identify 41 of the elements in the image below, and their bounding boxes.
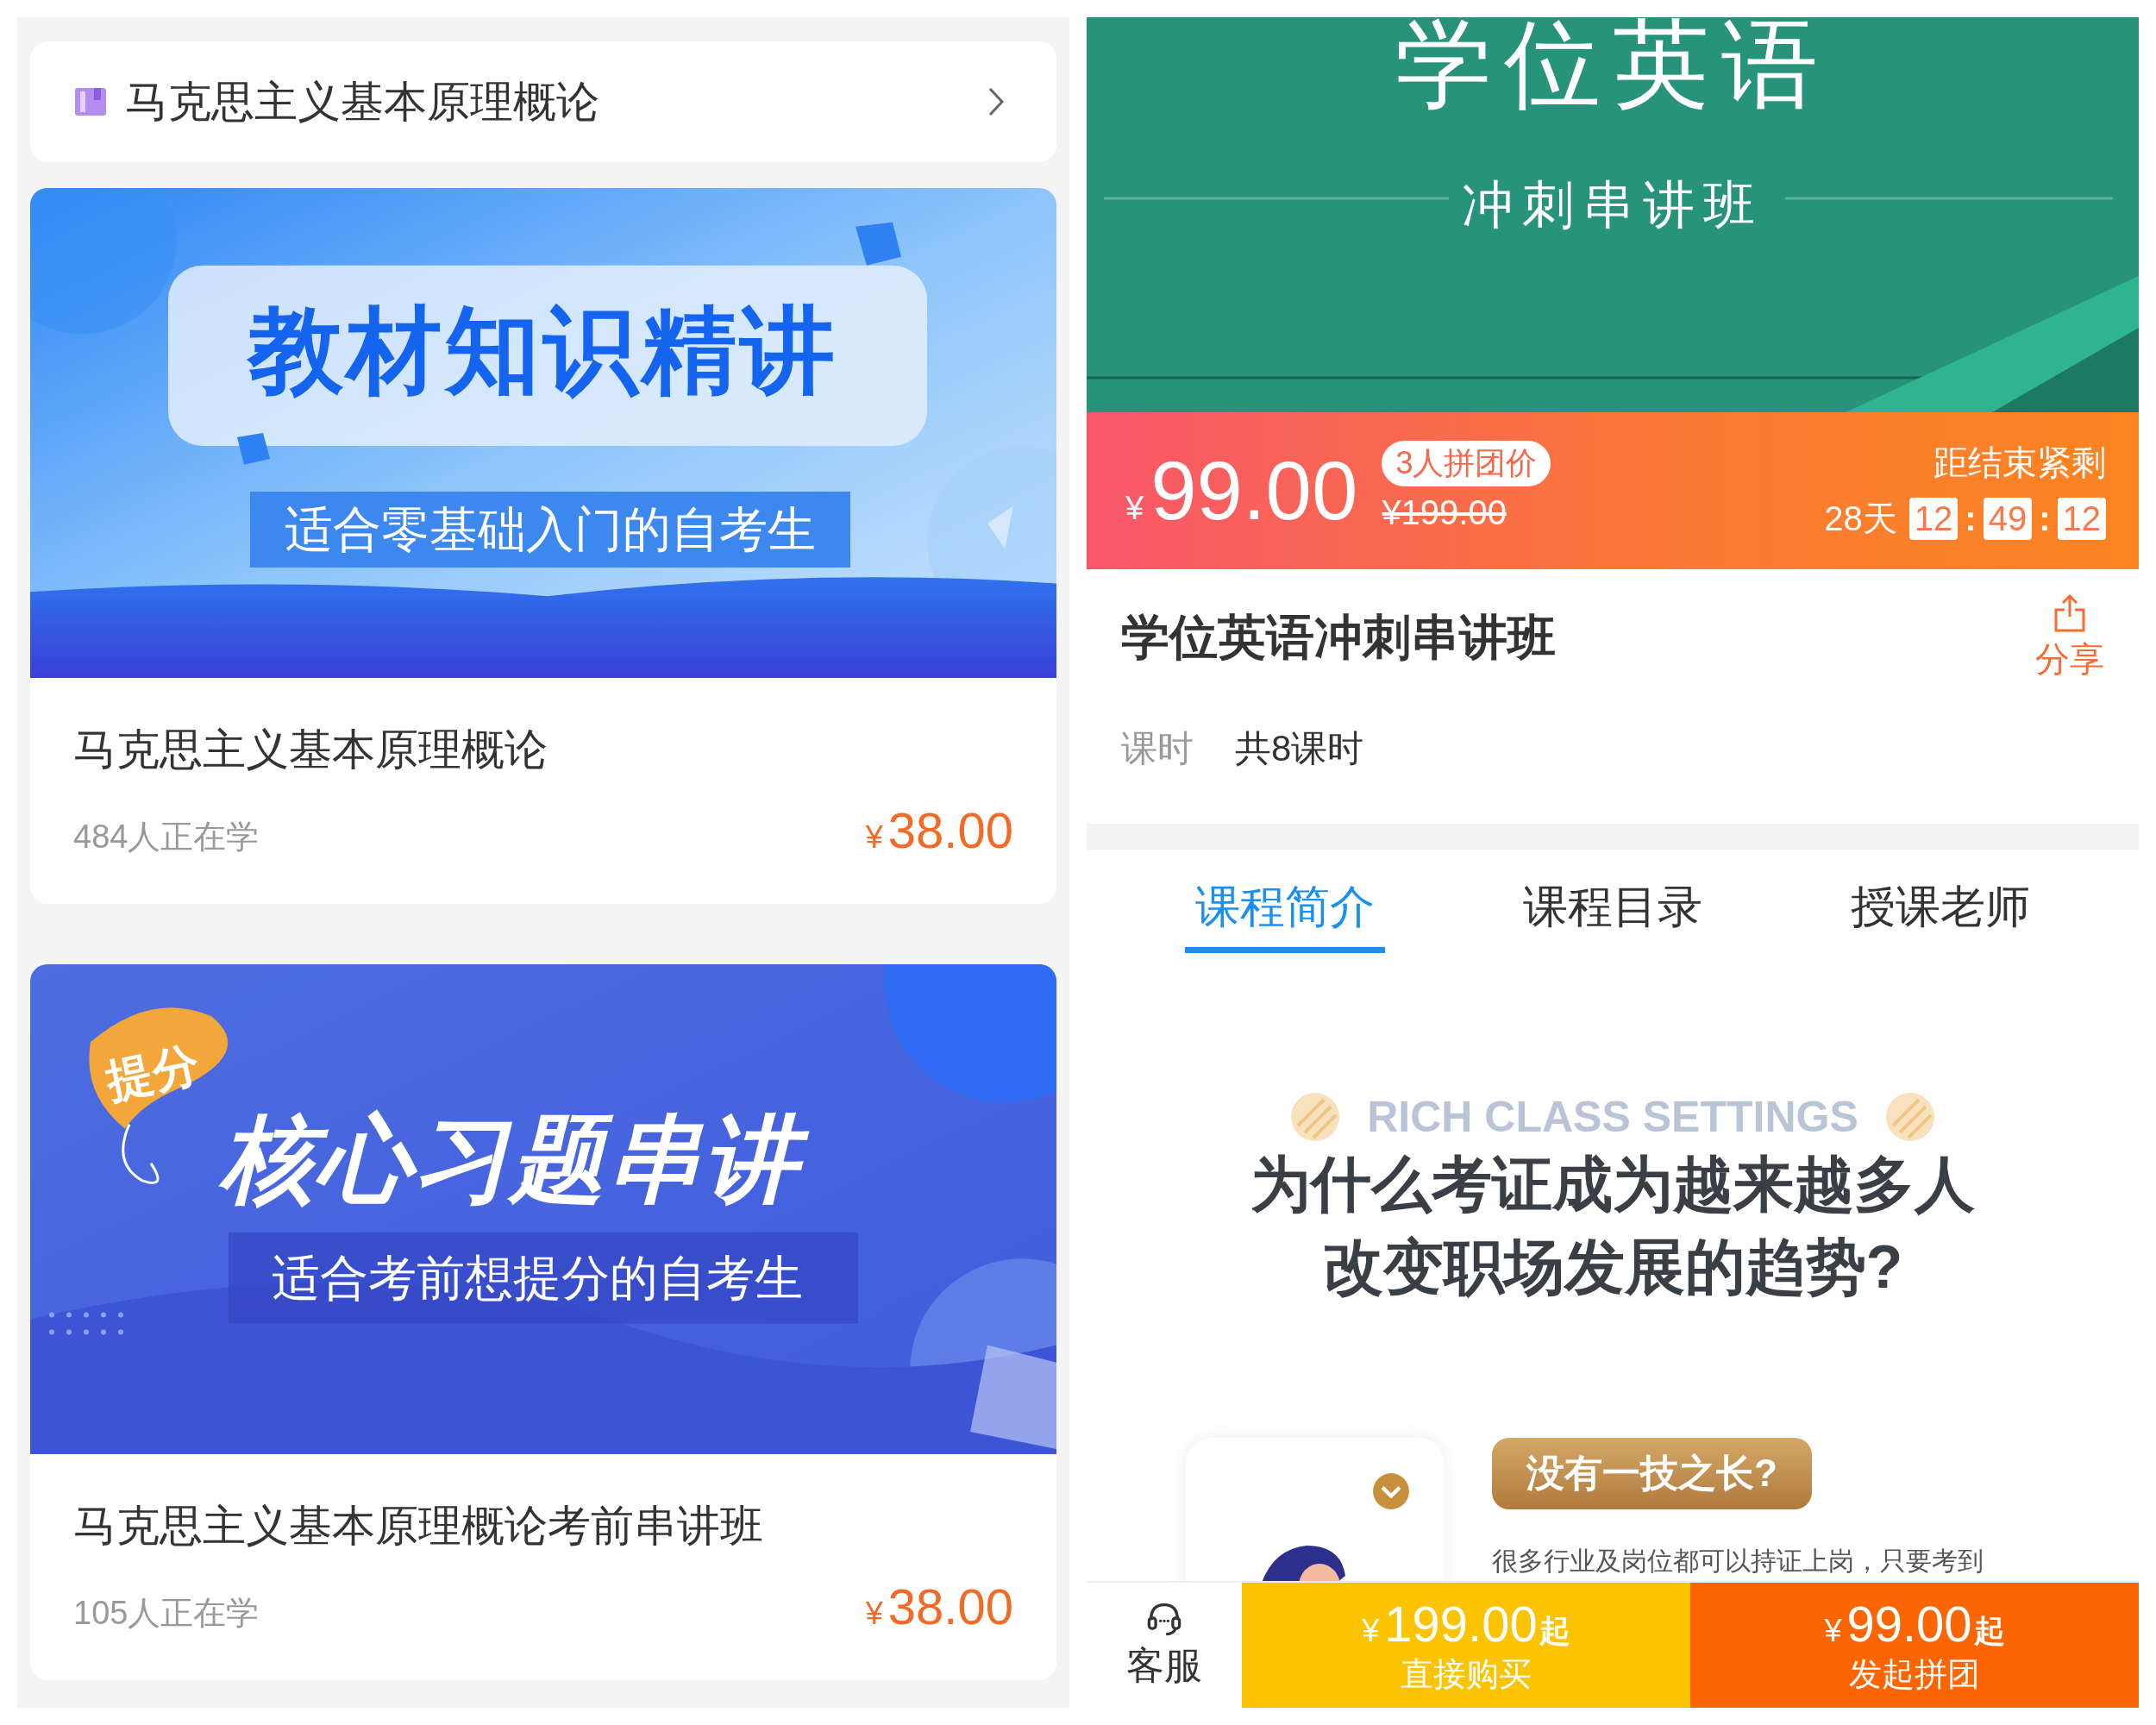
course-price: ¥38.00 xyxy=(865,801,1013,859)
countdown-digit: 12 xyxy=(2057,498,2106,540)
course-card[interactable]: 教材知识精讲 适合零基础入门的自考生 马克思主义基本原理概论 484人正在学 ¥38.00 xyxy=(30,188,1056,904)
countdown-separator: : xyxy=(1965,499,1977,538)
chevron-down-icon xyxy=(1372,1472,1410,1510)
body-text: 很多行业及岗位都可以持证上岗，只要考到 xyxy=(1492,1546,1984,1577)
banner-title: 教材知识精讲 xyxy=(246,296,839,405)
lessons-label: 课时 xyxy=(1121,727,1194,770)
chevron-right-icon xyxy=(987,86,1005,117)
group-price: ¥99.00 xyxy=(1125,443,1358,538)
share-icon xyxy=(2053,593,2087,632)
callout-label: 没有一技之长? xyxy=(1492,1438,1812,1509)
countdown-separator: : xyxy=(2039,499,2051,538)
group-badge: 3人拼团价 xyxy=(1382,441,1551,486)
section-watermark: RICH CLASS SETTINGS xyxy=(1367,1092,1858,1142)
product-title: 学位英语冲刺串讲班 xyxy=(1121,609,1556,666)
countdown-digit: 12 xyxy=(1908,498,1959,540)
countdown-label: 距结束紧剩 xyxy=(1934,442,2106,483)
cover-subtitle: 冲刺串讲班 xyxy=(1461,175,1764,235)
course-price: ¥38.00 xyxy=(865,1578,1013,1635)
course-title: 马克思主义基本原理概论考前串讲班 xyxy=(73,1501,764,1552)
tab[interactable]: 授课老师 xyxy=(1840,850,2040,953)
lessons-value: 共8课时 xyxy=(1235,727,1364,770)
striped-circle-icon xyxy=(1289,1091,1342,1143)
course-title: 马克思主义基本原理概论 xyxy=(73,724,548,775)
course-header-title: 马克思主义基本原理概论 xyxy=(125,76,600,128)
original-price: ¥199.00 xyxy=(1382,493,1507,532)
banner-subtitle: 适合零基础入门的自考生 xyxy=(250,492,850,568)
banner-title: 核心习题串讲 xyxy=(211,1094,825,1233)
learner-count: 105人正在学 xyxy=(73,1594,260,1633)
banner-subtitle: 适合考前想提分的自考生 xyxy=(272,1250,803,1307)
tab[interactable]: 课程目录 xyxy=(1513,850,1713,953)
countdown-digit: 49 xyxy=(1983,498,2033,540)
course-header[interactable]: 马克思主义基本原理概论 xyxy=(30,41,1056,162)
striped-circle-icon xyxy=(1883,1091,1936,1143)
cover-title: 学位英语 xyxy=(1395,17,1831,120)
section-heading: 为什么考证成为越来越多人 xyxy=(1250,1150,1975,1220)
course-card[interactable]: 提分 核心习题串讲 适合考前想提分的自考生 马克思主义基本原理概论考前串讲班 105人正在学 ¥38.00 xyxy=(30,964,1056,1680)
learner-count: 484人正在学 xyxy=(73,818,260,856)
section-heading: 改变职场发展的趋势? xyxy=(1322,1233,1903,1302)
countdown-days: 28天 xyxy=(1824,495,1897,543)
